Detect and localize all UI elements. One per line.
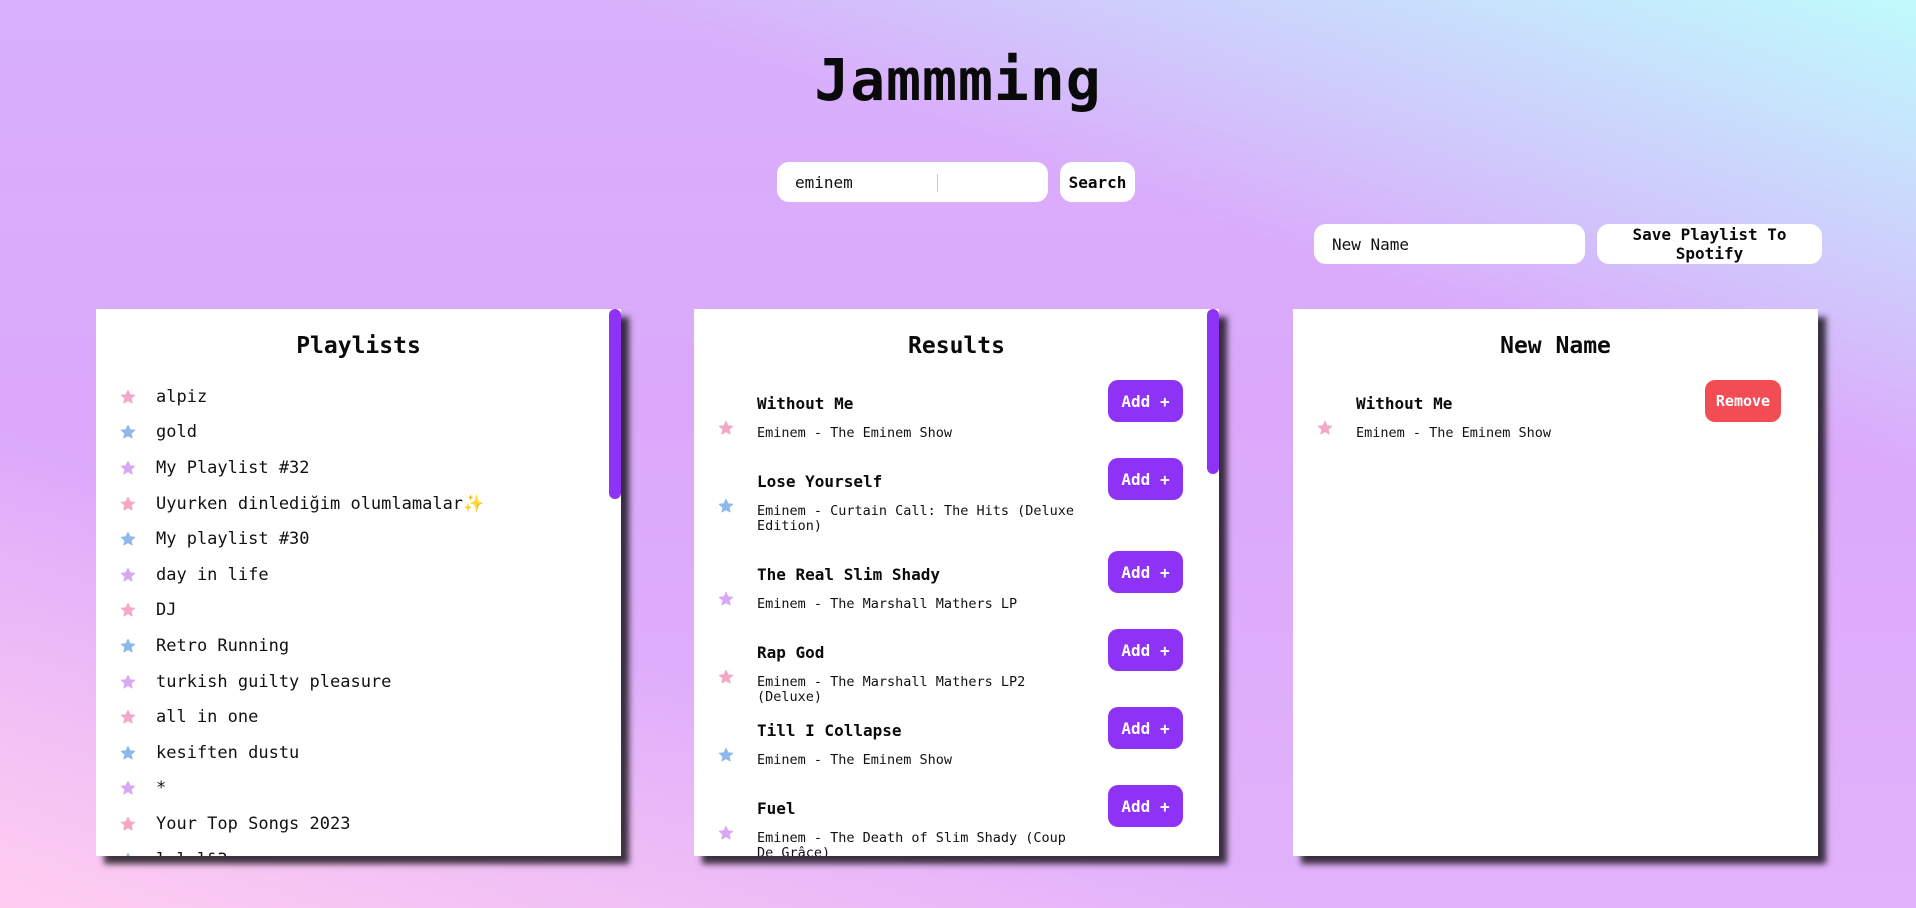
playlist-name-input[interactable] — [1314, 224, 1585, 264]
text-caret — [937, 174, 938, 192]
track-name: Without Me — [1356, 394, 1453, 413]
search-input[interactable] — [777, 162, 1048, 202]
star-icon — [120, 709, 136, 724]
track-row: Rap God Eminem - The Marshall Mathers LP2… — [718, 629, 1183, 713]
add-track-button[interactable]: Add + — [1108, 458, 1183, 500]
playlist-item-label: Uyurken dinlediğim olumlamalar✨ — [156, 493, 485, 514]
track-row: Without Me Eminem - The Eminem Show Remove — [1317, 380, 1781, 464]
new-playlist-title: New Name — [1500, 333, 1611, 359]
save-playlist-button[interactable]: Save Playlist To Spotify — [1597, 224, 1822, 264]
track-row: The Real Slim Shady Eminem - The Marshall… — [718, 551, 1183, 635]
playlist-item[interactable]: gold — [120, 415, 591, 451]
track-artist-album: Eminem - The Eminem Show — [757, 425, 953, 441]
playlist-item[interactable]: alpiz — [120, 379, 591, 415]
add-track-button[interactable]: Add + — [1108, 785, 1183, 827]
playlist-item[interactable]: l l l&3 — [120, 842, 591, 856]
track-name: Till I Collapse — [757, 721, 902, 740]
new-playlist-panel: New Name Without Me Eminem - The Eminem S… — [1293, 309, 1818, 856]
star-icon — [120, 496, 136, 511]
star-icon — [120, 460, 136, 475]
track-artist-album: Eminem - The Marshall Mathers LP2 (Delux… — [757, 674, 1026, 705]
add-track-button[interactable]: Add + — [1108, 707, 1183, 749]
track-name: Fuel — [757, 799, 796, 818]
star-icon — [718, 498, 734, 513]
playlist-item[interactable]: kesiften dustu — [120, 735, 591, 771]
star-icon — [126, 852, 130, 856]
track-name: Lose Yourself — [757, 472, 883, 491]
playlists-title: Playlists — [296, 333, 421, 359]
playlists-panel: Playlists alpiz gold My Playlist #32 Uyurke… — [96, 309, 621, 856]
playlist-item-label: l l l&3 — [156, 850, 228, 856]
track-artist-album: Eminem - The Marshall Mathers LP — [757, 596, 1018, 612]
track-name: Rap God — [757, 643, 825, 662]
playlist-item-label: Retro Running — [156, 635, 290, 656]
playlist-item[interactable]: turkish guilty pleasure — [120, 664, 591, 700]
star-icon — [1317, 420, 1333, 435]
star-icon — [718, 747, 734, 762]
track-row: Without Me Eminem - The Eminem Show Add + — [718, 380, 1183, 464]
playlist-item-label: DJ — [156, 600, 177, 621]
track-name: The Real Slim Shady — [757, 565, 941, 584]
star-icon — [120, 745, 136, 760]
star-icon — [120, 781, 136, 795]
playlist-item[interactable]: Your Top Songs 2023 — [120, 806, 591, 842]
add-track-button[interactable]: Add + — [1108, 380, 1183, 422]
results-panel: Results Without Me Eminem - The Eminem Sh… — [694, 309, 1219, 856]
playlist-item[interactable]: all in one — [120, 699, 591, 735]
playlist-item[interactable]: My Playlist #32 — [120, 450, 591, 486]
star-icon — [120, 425, 136, 439]
playlist-item[interactable]: My playlist #30 — [120, 521, 591, 557]
playlist-item-label: * — [156, 778, 167, 799]
playlist-item[interactable]: * — [120, 771, 591, 807]
remove-track-button[interactable]: Remove — [1705, 380, 1781, 422]
star-icon — [120, 389, 136, 404]
results-title: Results — [908, 333, 1005, 359]
playlist-item-label: day in life — [156, 564, 269, 585]
star-icon — [120, 674, 136, 689]
playlist-item-label: kesiften dustu — [156, 742, 300, 763]
star-icon — [718, 420, 734, 435]
playlist-item-label: gold — [156, 422, 197, 443]
star-icon — [718, 591, 734, 606]
star-icon — [120, 532, 136, 546]
star-icon — [120, 638, 136, 653]
playlist-item-label: Your Top Songs 2023 — [156, 813, 351, 834]
playlist-item[interactable]: day in life — [120, 557, 591, 593]
playlist-item[interactable]: DJ — [120, 593, 591, 629]
star-icon — [120, 567, 136, 582]
track-name: Without Me — [757, 394, 854, 413]
playlists-list: alpiz gold My Playlist #32 Uyurken dinlediğ… — [120, 379, 591, 856]
search-button[interactable]: Search — [1060, 162, 1135, 202]
track-artist-album: Eminem - Curtain Call: The Hits (Deluxe … — [757, 503, 1074, 534]
playlists-scrollbar[interactable] — [609, 309, 621, 499]
playlist-item[interactable]: Retro Running — [120, 628, 591, 664]
playlist-item-label: My Playlist #32 — [156, 457, 310, 478]
results-scrollbar[interactable] — [1207, 309, 1219, 474]
playlist-item-label: alpiz — [156, 386, 208, 407]
track-artist-album: Eminem - The Eminem Show — [1356, 425, 1552, 441]
playlist-item[interactable]: Uyurken dinlediğim olumlamalar✨ — [120, 486, 591, 522]
add-track-button[interactable]: Add + — [1108, 551, 1183, 593]
track-row: Fuel Eminem - The Death of Slim Shady (Co… — [718, 785, 1183, 857]
star-icon — [718, 825, 734, 840]
app-title: Jammming — [814, 46, 1102, 114]
playlist-item-label: turkish guilty pleasure — [156, 671, 392, 692]
track-artist-album: Eminem - The Death of Slim Shady (Coup D… — [757, 830, 1066, 857]
playlist-item-label: all in one — [156, 707, 259, 728]
add-track-button[interactable]: Add + — [1108, 629, 1183, 671]
track-artist-album: Eminem - The Eminem Show — [757, 752, 953, 768]
track-row: Lose Yourself Eminem - Curtain Call: The … — [718, 458, 1183, 542]
playlist-item-label: My playlist #30 — [156, 529, 310, 550]
star-icon — [120, 603, 136, 617]
track-row: Till I Collapse Eminem - The Eminem Show A… — [718, 707, 1183, 791]
star-icon — [120, 816, 136, 831]
star-icon — [718, 669, 734, 684]
